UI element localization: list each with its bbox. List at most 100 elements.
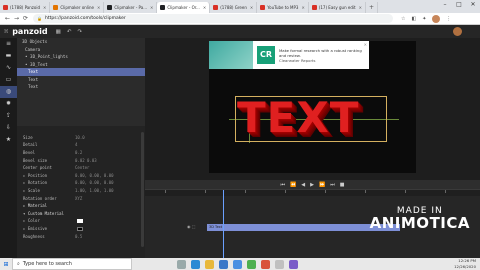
properties-scrollbar[interactable] xyxy=(141,132,144,247)
close-icon[interactable]: ✕ xyxy=(150,5,153,10)
preview-canvas[interactable]: CR Make formal research with a robust ra… xyxy=(209,41,416,173)
close-icon[interactable]: ✕ xyxy=(97,5,100,10)
app-icon[interactable] xyxy=(275,259,284,269)
profile-avatar[interactable] xyxy=(432,14,441,23)
property-value[interactable]: 0.00, 0.00, 0.00 xyxy=(75,180,114,185)
close-icon[interactable]: ✕ xyxy=(43,5,46,10)
property-value[interactable]: 0.5 xyxy=(75,234,82,239)
forward-icon[interactable]: → xyxy=(12,15,21,22)
browser-tab[interactable]: (1788) Green ✕ xyxy=(210,2,258,13)
browser-tab[interactable]: (17) Easy gun edit ✕ xyxy=(309,2,366,13)
mail-icon[interactable] xyxy=(233,259,242,269)
extension-icon[interactable]: ◧ xyxy=(411,16,416,22)
property-value[interactable]: 10.0 xyxy=(75,135,85,140)
browser-tab[interactable]: YouTube to MP3 ✕ xyxy=(257,2,309,13)
ad-text: Make formal research with a robust ranki… xyxy=(279,48,367,63)
property-section[interactable]: ▸ Material xyxy=(17,202,145,210)
browser-tab-active[interactable]: Clipmaker - Or... ✕ xyxy=(157,2,211,13)
step-back-icon[interactable]: ◀ xyxy=(301,182,305,188)
browser-tab[interactable]: Clipmaker online ✕ xyxy=(50,2,105,13)
maximize-button[interactable]: □ xyxy=(452,0,466,9)
tree-item-text[interactable]: Text xyxy=(17,76,145,84)
close-icon[interactable]: ✕ xyxy=(359,5,362,10)
rewind-icon[interactable]: ⏪ xyxy=(290,182,296,188)
property-label[interactable]: ▸ Scale xyxy=(23,188,75,193)
upload-icon[interactable]: ⇪ xyxy=(0,110,17,122)
shape-icon[interactable]: ▭ xyxy=(0,74,17,86)
close-icon[interactable]: ✕ xyxy=(250,5,253,10)
globe-icon[interactable]: ◍ xyxy=(0,86,17,98)
property-section[interactable]: ▾ Custom Material xyxy=(17,210,145,218)
browser-tab[interactable]: (1788) Panzoid ✕ xyxy=(0,2,51,13)
wave-icon[interactable]: ∿ xyxy=(0,62,17,74)
property-value[interactable]: 0.2 xyxy=(75,150,82,155)
grid-toggle-icon[interactable]: ▦ xyxy=(56,29,61,35)
url-input[interactable]: 🔒 https://panzoid.com/tools/clipmaker xyxy=(33,14,393,23)
back-icon[interactable]: ← xyxy=(3,15,12,22)
property-label[interactable]: ▸ Rotation xyxy=(23,180,75,185)
browser-tab[interactable]: Clipmaker - Pa... ✕ xyxy=(104,2,158,13)
download-icon[interactable]: ⇩ xyxy=(0,122,17,134)
property-value[interactable]: Center xyxy=(75,165,89,170)
play-icon[interactable]: ▶ xyxy=(310,182,314,188)
timeline-ruler[interactable] xyxy=(145,190,480,196)
folder-icon[interactable]: ▬ xyxy=(0,50,17,62)
tree-item-3d-objects[interactable]: 3D Objects xyxy=(17,38,145,46)
property-value[interactable]: 0.00, 0.00, 0.00 xyxy=(75,173,114,178)
system-tray[interactable]: 12:26 PM 12/26/2020 xyxy=(454,258,476,270)
app-icon[interactable] xyxy=(261,259,270,269)
emissive-swatch[interactable] xyxy=(77,226,83,231)
star-icon[interactable]: ☆ xyxy=(401,16,405,22)
star-icon[interactable]: ★ xyxy=(0,134,17,146)
tree-item-text-selected[interactable]: Text xyxy=(17,68,145,76)
track-toggle-icons[interactable]: ◉ ⬚ xyxy=(187,224,196,229)
app-icon[interactable] xyxy=(289,259,298,269)
tree-item-text[interactable]: Text xyxy=(17,83,145,91)
skip-end-icon[interactable]: ⏭ xyxy=(330,182,335,188)
chrome-icon[interactable] xyxy=(247,259,256,269)
property-label[interactable]: ▸ Color xyxy=(23,218,75,223)
edge-icon[interactable] xyxy=(191,259,200,269)
gear-icon[interactable]: ✹ xyxy=(0,98,17,110)
store-icon[interactable] xyxy=(219,259,228,269)
stop-icon[interactable]: ■ xyxy=(340,182,345,188)
close-icon[interactable]: ✕ xyxy=(301,5,304,10)
menu-icon[interactable]: ≡ xyxy=(0,38,17,50)
windows-start-icon[interactable]: ⊞ xyxy=(0,261,12,268)
ruler-tick xyxy=(205,190,206,193)
property-value[interactable]: XYZ xyxy=(75,196,82,201)
color-swatch[interactable] xyxy=(77,218,83,223)
property-label[interactable]: ▸ Position xyxy=(23,173,75,178)
new-tab-button[interactable]: + xyxy=(366,2,378,13)
property-row: Bevel size 0.02 0.03 xyxy=(17,156,145,164)
property-label: Size xyxy=(23,134,33,140)
3d-text-object[interactable]: TEXT xyxy=(237,93,359,142)
user-avatar[interactable] xyxy=(453,27,462,36)
property-value[interactable]: 1.00, 1.00, 1.00 xyxy=(75,188,114,193)
property-value[interactable]: 0.02 0.03 xyxy=(75,158,97,163)
close-icon[interactable]: ✕ xyxy=(364,42,367,47)
reload-icon[interactable]: ⟳ xyxy=(21,15,30,22)
panzoid-logo[interactable]: ⁙ panzoid xyxy=(4,27,48,36)
property-value[interactable]: 4 xyxy=(75,142,77,147)
redo-icon[interactable]: ↷ xyxy=(77,29,82,35)
explorer-icon[interactable] xyxy=(205,259,214,269)
tree-item-3d-text[interactable]: • 3D_Text xyxy=(17,61,145,69)
puzzle-icon[interactable]: ✦ xyxy=(422,16,426,22)
close-icon[interactable]: ✕ xyxy=(203,5,206,10)
skip-start-icon[interactable]: ⏮ xyxy=(281,182,286,188)
minimize-button[interactable]: – xyxy=(438,0,452,9)
ad-banner[interactable]: CR Make formal research with a robust ra… xyxy=(209,41,369,69)
more-menu-icon[interactable]: ⋮ xyxy=(446,16,451,22)
taskbar-search[interactable]: ⌕ Type here to search xyxy=(12,258,132,270)
undo-icon[interactable]: ↶ xyxy=(67,29,72,35)
tab-label: (17) Easy gun edit xyxy=(318,5,356,10)
property-row: ▸ Emissive xyxy=(17,225,145,233)
property-label[interactable]: ▸ Emissive xyxy=(23,226,75,231)
close-window-button[interactable]: ✕ xyxy=(466,0,480,9)
playhead[interactable] xyxy=(223,190,224,258)
tree-item-camera[interactable]: Camera xyxy=(17,46,145,54)
fast-forward-icon[interactable]: ⏩ xyxy=(319,182,325,188)
task-view-icon[interactable] xyxy=(177,259,186,269)
tree-item-point-lights[interactable]: • 3D_Point_lights xyxy=(17,53,145,61)
